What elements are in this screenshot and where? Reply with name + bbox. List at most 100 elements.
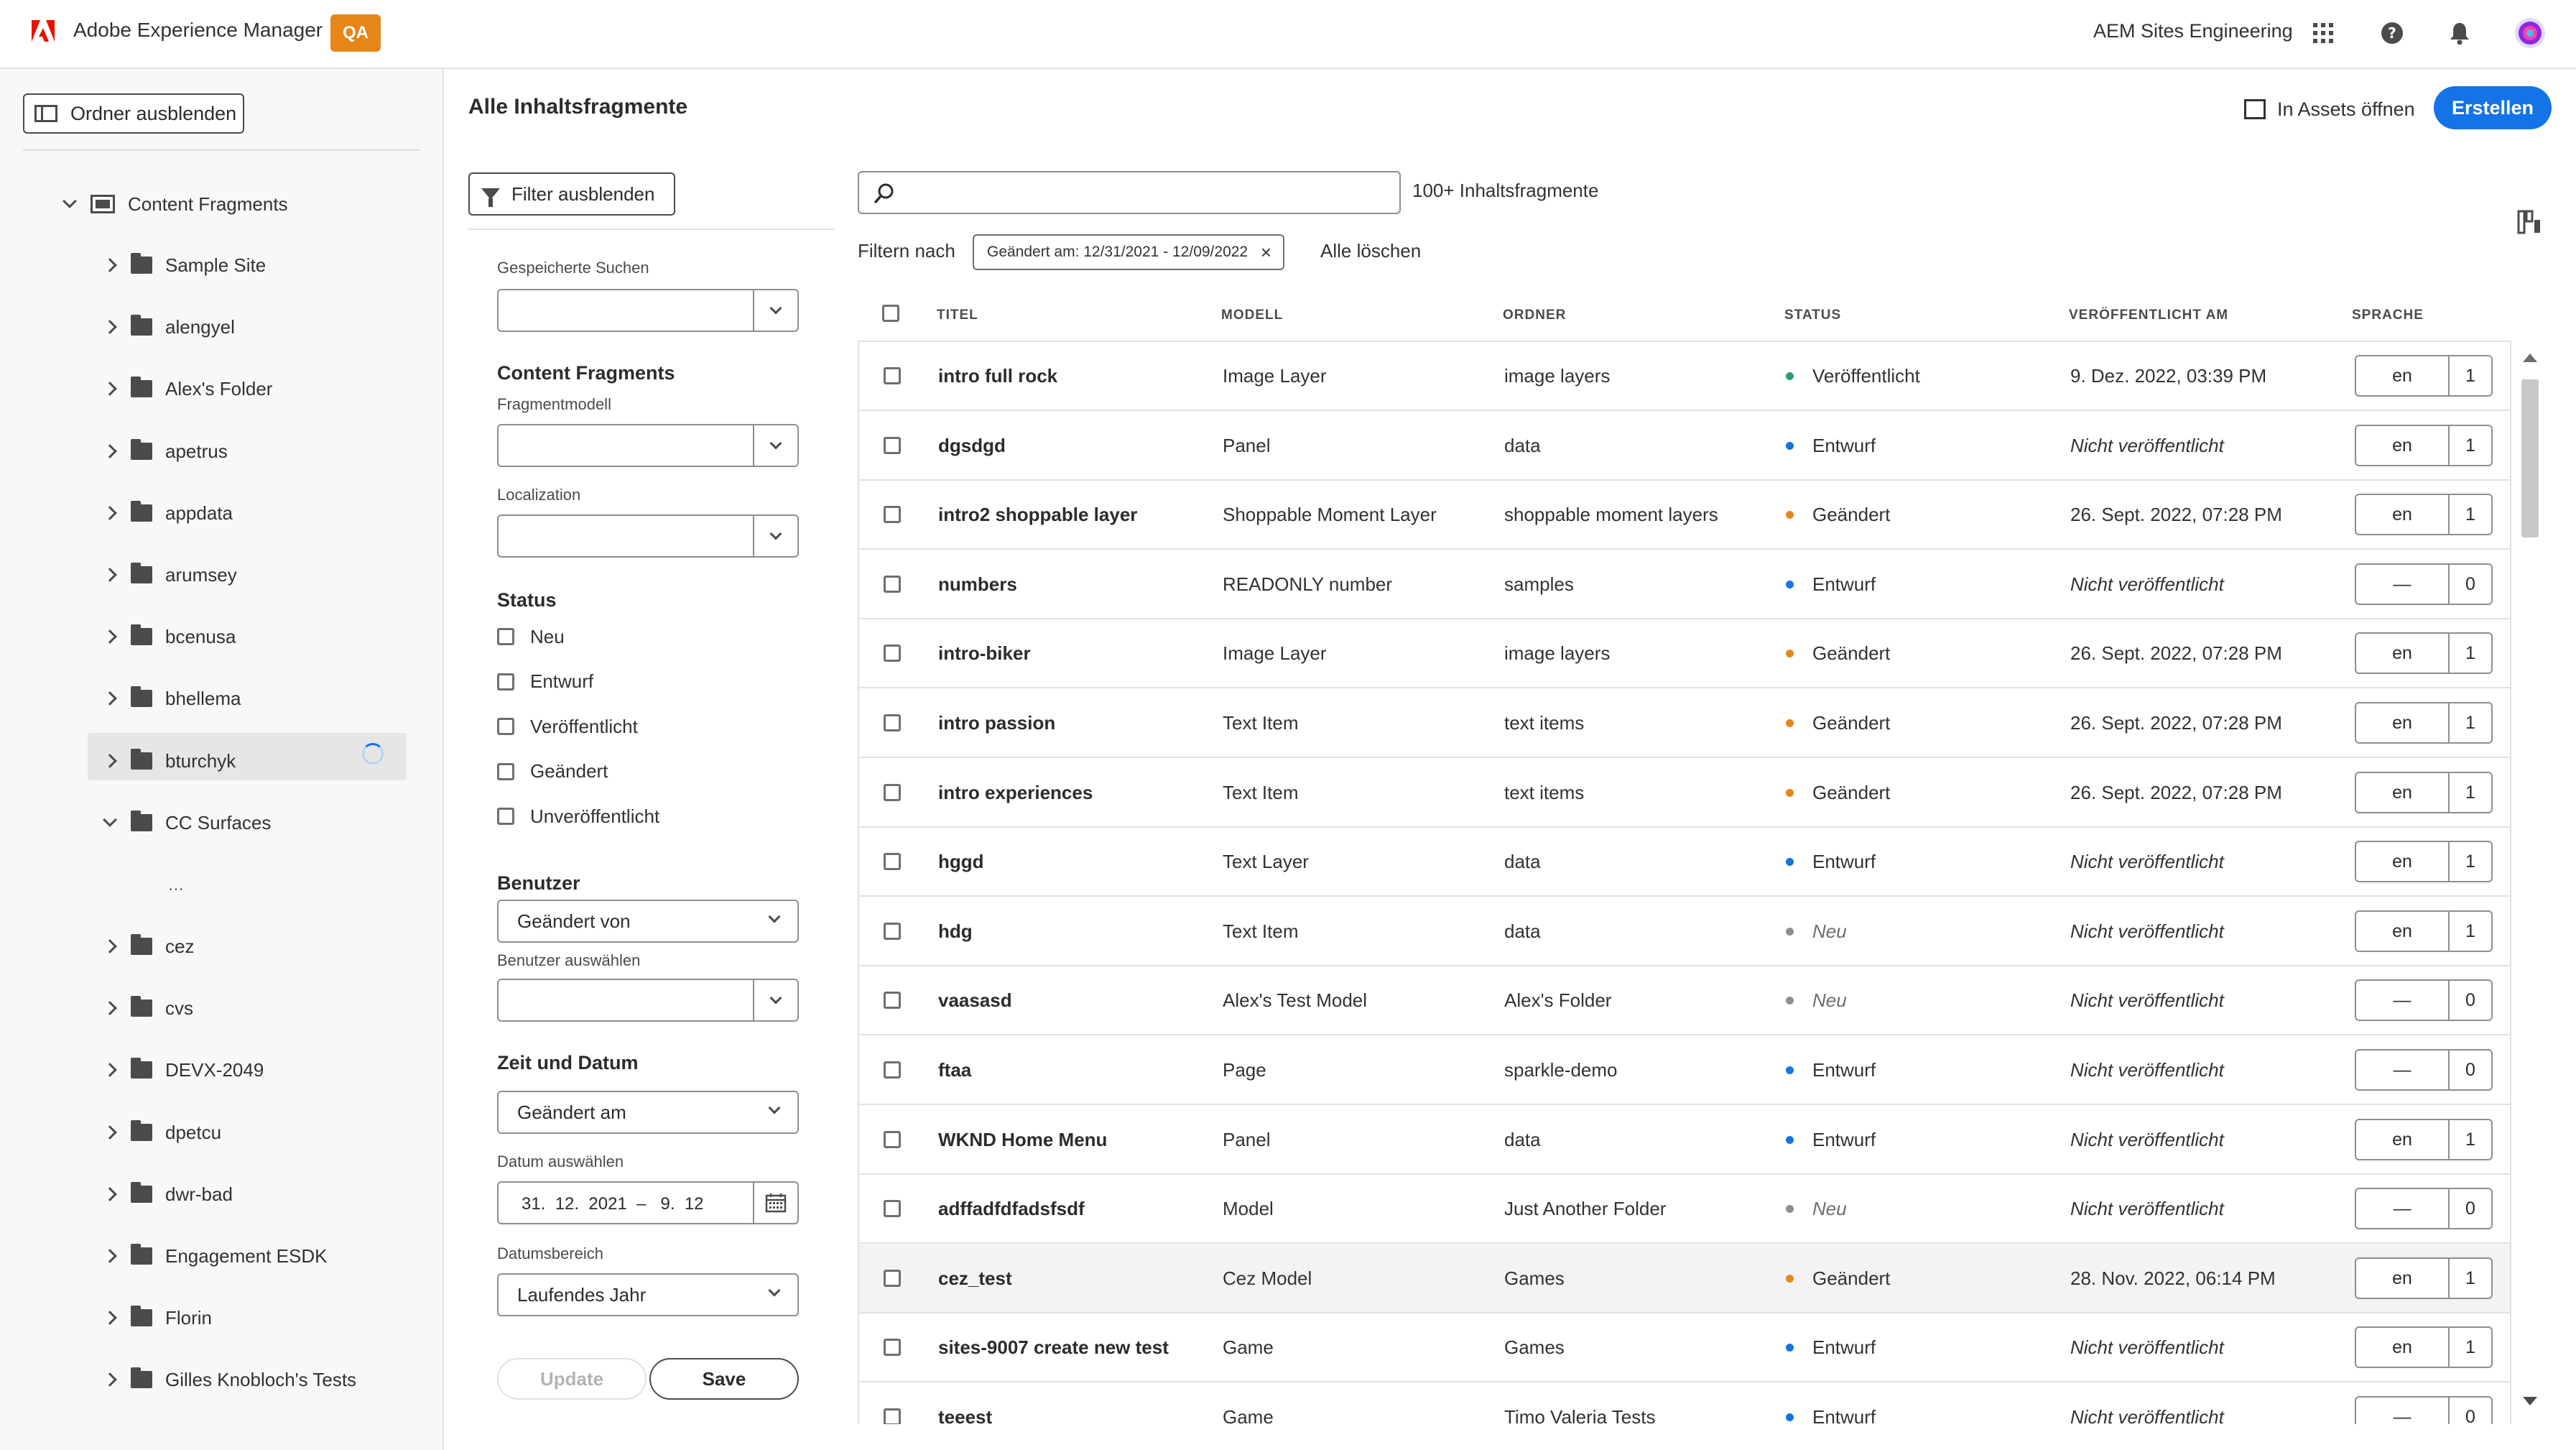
chevron-down-icon[interactable] [62, 194, 77, 208]
language-count[interactable]: 0 [2450, 1396, 2493, 1424]
cell-title[interactable]: intro experiences [938, 759, 1093, 826]
language-count[interactable]: 1 [2450, 772, 2493, 813]
language-control[interactable]: —0 [2355, 563, 2493, 605]
column-header-status[interactable]: STATUS [1784, 308, 1841, 323]
status-option[interactable]: Geändert [497, 757, 608, 786]
table-row[interactable]: sites-9007 create new test Game Games Entwu… [859, 1313, 2510, 1382]
chevron-right-icon[interactable] [103, 1311, 117, 1325]
table-row[interactable]: dgsdgd Panel data Entwurf Nicht veröffentlic… [859, 412, 2510, 481]
language-count[interactable]: 1 [2450, 494, 2493, 535]
tree-item-content-fragments[interactable]: Content Fragments [62, 186, 288, 222]
table-row[interactable]: teeest Game Timo Valeria Tests Entwurf Nicht… [859, 1383, 2510, 1425]
scroll-up-icon[interactable] [2523, 354, 2537, 362]
table-row[interactable]: ftaa Page sparkle-demo Entwurf Nicht veröffe… [859, 1036, 2510, 1105]
language-control[interactable]: en 1 [2355, 425, 2493, 466]
table-row[interactable]: intro2 shoppable layer Shoppable Moment L… [859, 481, 2510, 550]
chevron-right-icon[interactable] [103, 320, 117, 334]
language-button[interactable]: en [2355, 355, 2450, 397]
language-button[interactable]: en [2355, 1257, 2450, 1299]
column-header-published[interactable]: VERÖFFENTLICHT AM [2069, 308, 2228, 323]
cell-title[interactable]: hdg [938, 897, 973, 965]
row-checkbox[interactable] [884, 1061, 901, 1079]
table-row[interactable]: adffadfdfadsfsdf Model Just Another Folder… [859, 1175, 2510, 1244]
language-button[interactable]: en [2355, 841, 2450, 882]
cell-title[interactable]: hggd [938, 828, 984, 895]
tree-item-dpetcu[interactable]: dpetcu [103, 1114, 221, 1150]
row-checkbox[interactable] [884, 853, 901, 870]
language-control[interactable]: en 1 [2355, 1119, 2493, 1160]
hide-filters-button[interactable]: Filter ausblenden [468, 172, 675, 216]
cell-title[interactable]: intro2 shoppable layer [938, 481, 1137, 548]
row-checkbox-cell[interactable] [884, 619, 901, 687]
language-button[interactable]: en [2355, 1119, 2450, 1160]
tree-item-cvs[interactable]: cvs [103, 990, 193, 1026]
language-button[interactable]: — [2355, 1049, 2450, 1091]
row-checkbox-cell[interactable] [884, 481, 901, 548]
view-settings-icon[interactable] [2517, 210, 2542, 234]
cell-title[interactable]: intro passion [938, 689, 1055, 757]
cell-title[interactable]: ftaa [938, 1036, 971, 1104]
search-input[interactable] [858, 171, 1401, 214]
adobe-logo-icon[interactable] [32, 20, 55, 42]
table-row[interactable]: intro passion Text Item text items Geändert… [859, 689, 2510, 758]
tree-item-bturchyk[interactable]: bturchyk [103, 743, 236, 779]
create-button[interactable]: Erstellen [2434, 86, 2552, 129]
scroll-down-icon[interactable] [2523, 1397, 2537, 1405]
row-checkbox[interactable] [884, 367, 901, 384]
saved-searches-combobox[interactable] [497, 289, 799, 332]
language-button[interactable]: en [2355, 632, 2450, 674]
language-count[interactable]: 1 [2450, 910, 2493, 952]
tree-item-engagement-esdk[interactable]: Engagement ESDK [103, 1238, 327, 1274]
avatar[interactable] [2514, 17, 2546, 49]
language-control[interactable]: en 1 [2355, 1326, 2493, 1368]
language-control[interactable]: en 1 [2355, 702, 2493, 744]
row-checkbox-cell[interactable] [884, 966, 901, 1034]
select-all-checkbox[interactable] [882, 305, 899, 322]
language-count[interactable]: 1 [2450, 841, 2493, 882]
chevron-right-icon[interactable] [103, 382, 117, 396]
chevron-right-icon[interactable] [103, 629, 117, 644]
row-checkbox-cell[interactable] [884, 759, 901, 826]
chevron-right-icon[interactable] [103, 939, 117, 953]
cell-title[interactable]: WKND Home Menu [938, 1106, 1107, 1173]
active-filter-tag[interactable]: Geändert am: 12/31/2021 - 12/09/2022 × [973, 234, 1284, 270]
language-control[interactable]: en 1 [2355, 910, 2493, 952]
row-checkbox-cell[interactable] [884, 1036, 901, 1104]
status-checkbox[interactable] [497, 718, 514, 735]
table-row[interactable]: vaasasd Alex's Test Model Alex's Folder Neu… [859, 966, 2510, 1035]
row-checkbox[interactable] [884, 1339, 901, 1356]
status-checkbox[interactable] [497, 808, 514, 825]
tree-item-cc-surfaces[interactable]: CC Surfaces [103, 805, 271, 841]
language-count[interactable]: 1 [2450, 1257, 2493, 1299]
chevron-right-icon[interactable] [103, 1001, 117, 1015]
row-checkbox[interactable] [884, 714, 901, 731]
language-count[interactable]: 0 [2450, 1049, 2493, 1091]
row-checkbox-cell[interactable] [884, 1106, 901, 1173]
cell-title[interactable]: cez_test [938, 1244, 1012, 1312]
status-option[interactable]: Unveröffentlicht [497, 802, 659, 831]
chevron-down-icon[interactable] [753, 290, 797, 331]
row-checkbox-cell[interactable] [884, 897, 901, 965]
language-button[interactable]: en [2355, 702, 2450, 744]
chevron-right-icon[interactable] [103, 506, 117, 520]
tree-item-apetrus[interactable]: apetrus [103, 433, 228, 469]
column-header-title[interactable]: TITEL [937, 308, 978, 323]
row-checkbox[interactable] [884, 437, 901, 454]
status-checkbox[interactable] [497, 673, 514, 691]
close-icon[interactable]: × [1261, 241, 1271, 264]
tree-item-devx-2049[interactable]: DEVX-2049 [103, 1052, 264, 1088]
chevron-down-icon[interactable] [753, 980, 797, 1020]
row-checkbox-cell[interactable] [884, 689, 901, 757]
row-checkbox-cell[interactable] [884, 1175, 901, 1242]
cell-title[interactable]: intro full rock [938, 342, 1057, 410]
cell-title[interactable]: teeest [938, 1383, 992, 1425]
language-button[interactable]: en [2355, 772, 2450, 813]
language-count[interactable]: 1 [2450, 632, 2493, 674]
user-select-combobox[interactable] [497, 979, 799, 1022]
language-count[interactable]: 1 [2450, 355, 2493, 397]
tree-item-florin[interactable]: Florin [103, 1300, 212, 1336]
chevron-right-icon[interactable] [103, 444, 117, 458]
table-row[interactable]: WKND Home Menu Panel data Entwurf Nicht verö… [859, 1106, 2510, 1175]
chevron-down-icon[interactable] [103, 813, 117, 827]
language-count[interactable]: 0 [2450, 563, 2493, 605]
